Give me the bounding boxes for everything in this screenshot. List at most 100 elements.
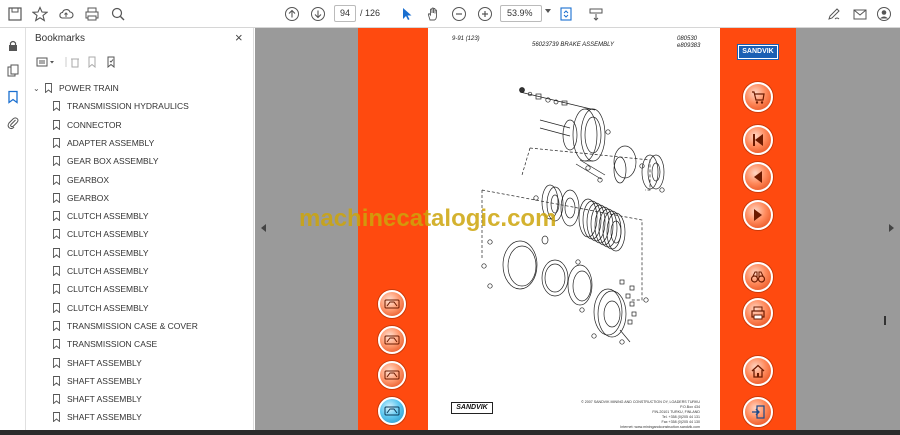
taskbar-strip <box>0 430 900 435</box>
zoom-search-icon[interactable] <box>108 4 128 24</box>
exit-button[interactable] <box>743 397 773 427</box>
bookmark-flag-icon <box>53 284 60 295</box>
home-button[interactable] <box>743 356 773 386</box>
viewport-scrollbar[interactable] <box>884 316 886 325</box>
page-number-input[interactable]: 94 <box>334 5 356 22</box>
bookmark-item[interactable]: CLUTCH ASSEMBLY <box>53 262 149 280</box>
search-button[interactable] <box>743 262 773 292</box>
bookmark-flag-icon <box>53 211 60 222</box>
collapse-chevron-icon[interactable]: ⌄ <box>33 84 41 93</box>
scroll-mode-icon[interactable] <box>586 4 606 24</box>
bookmark-label: CLUTCH ASSEMBLY <box>67 211 149 222</box>
bookmark-flag-icon <box>53 156 60 167</box>
bookmark-item[interactable]: SHAFT ASSEMBLY <box>53 354 142 372</box>
close-panel-icon[interactable]: × <box>235 30 243 45</box>
bookmark-item[interactable]: TRANSMISSION CASE <box>53 335 157 353</box>
share-email-icon[interactable] <box>850 4 870 24</box>
lock-icon[interactable] <box>4 37 22 55</box>
zoom-level-input[interactable]: 53.9% <box>500 5 542 22</box>
select-cursor-icon[interactable] <box>397 4 417 24</box>
next-page-arrow-icon[interactable] <box>889 224 894 232</box>
left-tool-rail <box>0 28 26 435</box>
bookmark-flag-icon <box>53 339 60 350</box>
bookmark-item[interactable]: CLUTCH ASSEMBLY <box>53 207 149 225</box>
bookmark-flag-icon <box>53 320 60 331</box>
footer-sandvik-logo: SANDVIK <box>451 402 493 414</box>
bookmark-item[interactable]: TRANSMISSION CASE & COVER <box>53 317 198 335</box>
print-icon[interactable] <box>82 4 102 24</box>
bookmark-label: CLUTCH ASSEMBLY <box>67 284 149 295</box>
bookmark-item[interactable]: TRANSMISSION HYDRAULICS <box>53 97 189 115</box>
bookmark-label: CLUTCH ASSEMBLY <box>67 247 149 258</box>
zoom-dropdown-icon[interactable] <box>545 9 551 13</box>
footer-address: © 2007 SANDVIK MINING AND CONSTRUCTION O… <box>560 400 700 430</box>
home-icon <box>751 364 765 378</box>
bookmark-item[interactable]: CLUTCH ASSEMBLY <box>53 244 149 262</box>
bookmark-item[interactable]: SHAFT ASSEMBLY <box>53 390 142 408</box>
bookmark-item[interactable]: CLUTCH ASSEMBLY <box>53 299 149 317</box>
bookmark-item[interactable]: SHAFT ASSEMBLY <box>53 408 142 426</box>
bookmark-label: SHAFT ASSEMBLY <box>67 357 142 368</box>
tag-bookmark-icon[interactable] <box>104 55 118 69</box>
machine-icon <box>384 299 400 309</box>
delete-icon[interactable] <box>68 55 82 69</box>
sandvik-logo-button[interactable]: SANDVIK <box>737 44 779 60</box>
cart-button[interactable] <box>743 82 773 112</box>
bookmark-flag-icon <box>53 375 60 386</box>
previous-page-button[interactable] <box>743 162 773 192</box>
page-up-icon[interactable] <box>282 4 302 24</box>
bookmark-flag-icon <box>53 137 60 148</box>
bookmark-item[interactable]: ADAPTER ASSEMBLY <box>53 134 154 152</box>
bookmarks-toolbar <box>35 55 145 71</box>
bookmark-item[interactable]: CLUTCH ASSEMBLY <box>53 225 149 243</box>
sign-pen-icon[interactable] <box>824 4 844 24</box>
print-button[interactable] <box>743 298 773 328</box>
cloud-upload-icon[interactable] <box>56 4 76 24</box>
bookmark-label: GEARBOX <box>67 174 110 185</box>
machine-view-button-1[interactable] <box>378 290 406 318</box>
prev-page-arrow-icon[interactable] <box>261 224 266 232</box>
first-page-button[interactable] <box>743 125 773 155</box>
attachments-icon[interactable] <box>4 114 22 132</box>
watermark-text: machinecatalogic.com <box>299 205 557 232</box>
machine-icon-active <box>384 406 400 416</box>
machine-view-button-2[interactable] <box>378 326 406 354</box>
bookmark-flag-icon <box>53 101 60 112</box>
machine-view-button-active[interactable] <box>378 397 406 425</box>
next-page-icon <box>754 209 762 221</box>
machine-view-button-3[interactable] <box>378 361 406 389</box>
page-thumbnails-icon[interactable] <box>4 62 22 80</box>
hand-tool-icon[interactable] <box>423 4 443 24</box>
page-drawing-code: e809383 <box>677 43 701 49</box>
zoom-in-icon[interactable] <box>475 4 495 24</box>
bookmarks-title: Bookmarks <box>35 33 86 44</box>
bookmarks-panel-icon[interactable] <box>4 88 22 106</box>
binoculars-icon <box>750 271 766 283</box>
bookmark-item[interactable]: CONNECTOR <box>53 116 122 134</box>
zoom-out-icon[interactable] <box>449 4 469 24</box>
page-down-icon[interactable] <box>308 4 328 24</box>
options-caret-icon[interactable] <box>49 55 55 69</box>
bookmark-label: GEAR BOX ASSEMBLY <box>67 156 159 167</box>
bookmark-star-icon[interactable] <box>30 4 50 24</box>
save-icon[interactable] <box>5 4 25 24</box>
fit-page-icon[interactable] <box>556 4 576 24</box>
machine-icon <box>384 335 400 345</box>
page-total: / 126 <box>360 8 381 18</box>
top-toolbar: 94 / 126 53.9% <box>0 0 900 28</box>
options-menu-icon[interactable] <box>35 55 49 69</box>
next-page-button[interactable] <box>743 200 773 230</box>
bookmark-parent-power-train[interactable]: ⌄ POWER TRAIN <box>33 79 119 97</box>
account-icon[interactable] <box>874 4 894 24</box>
bookmark-item[interactable]: GEARBOX <box>53 171 109 189</box>
page-reference: 9-91 (123) <box>452 36 480 42</box>
bookmark-item[interactable]: GEARBOX <box>53 189 109 207</box>
bookmark-label: SHAFT ASSEMBLY <box>67 394 142 405</box>
bookmark-flag-icon <box>53 302 60 313</box>
cart-icon <box>752 91 765 104</box>
bookmark-item[interactable]: GEAR BOX ASSEMBLY <box>53 152 159 170</box>
bookmark-item[interactable]: SHAFT ASSEMBLY <box>53 372 142 390</box>
bookmark-item[interactable]: CLUTCH ASSEMBLY <box>53 280 149 298</box>
new-bookmark-icon[interactable] <box>85 55 99 69</box>
bookmark-flag-icon <box>53 192 60 203</box>
